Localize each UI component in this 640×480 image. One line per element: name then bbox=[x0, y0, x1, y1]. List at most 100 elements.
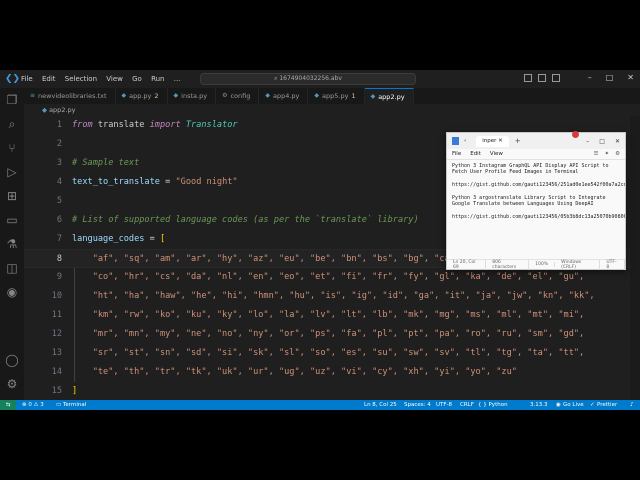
layout-controls bbox=[524, 74, 560, 82]
code-line[interactable]: 13 "sr", "st", "sn", "sd", "si", "sk", "… bbox=[24, 344, 640, 363]
toggle-panel-icon[interactable] bbox=[538, 74, 546, 82]
python-interpreter[interactable]: 3.13.3 bbox=[530, 400, 548, 410]
menu-run[interactable]: Run bbox=[151, 75, 164, 83]
maximize-button[interactable]: □ bbox=[599, 138, 605, 145]
cursor-position[interactable]: Ln 8, Col 25 bbox=[364, 400, 397, 410]
remote-indicator-icon[interactable]: ⇆ bbox=[0, 400, 16, 410]
maximize-button[interactable]: □ bbox=[606, 73, 614, 82]
line-ending: Windows (CRLF) bbox=[555, 259, 601, 270]
language-mode[interactable]: { } Python bbox=[478, 400, 508, 410]
notepad-window[interactable]: ‹ inper ✕ + – □ ✕ File Edit View ☰ ✦ ⚙ P… bbox=[446, 131, 626, 270]
extensions-icon[interactable]: ⊞ bbox=[4, 188, 20, 204]
code-line[interactable]: 12 "mr", "mn", "my", "ne", "no", "ny", "… bbox=[24, 325, 640, 344]
tab-app5[interactable]: ◆ app5.py 1 bbox=[308, 88, 365, 104]
notepad-tools: ☰ ✦ ⚙ bbox=[594, 149, 620, 159]
line-number: 6 bbox=[56, 215, 62, 225]
problems-indicator[interactable]: ⊗ 0 ⚠ 3 bbox=[22, 400, 44, 410]
toggle-secondary-sidebar-icon[interactable] bbox=[552, 74, 560, 82]
tab-scroll-left-icon[interactable]: ‹ bbox=[464, 138, 466, 144]
code-line[interactable]: 14 "te", "th", "tr", "tk", "uk", "ur", "… bbox=[24, 363, 640, 382]
line-number: 4 bbox=[56, 177, 62, 187]
code-line[interactable]: 11 "km", "rw", "ko", "ku", "ky", "lo", "… bbox=[24, 306, 640, 325]
tab-insta[interactable]: ◆ insta.py bbox=[168, 88, 217, 104]
gear-icon: ⚙ bbox=[222, 92, 228, 99]
live-share-icon[interactable]: ◉ bbox=[4, 284, 20, 300]
python-file-icon: ◆ bbox=[314, 92, 320, 99]
minimize-button[interactable]: – bbox=[588, 73, 592, 82]
tab-app4[interactable]: ◆ app4.py bbox=[259, 88, 309, 104]
new-tab-button[interactable]: + bbox=[515, 137, 521, 145]
closing-bracket: ] bbox=[72, 386, 78, 396]
terminal-button[interactable]: Terminal bbox=[63, 400, 86, 410]
tab-app[interactable]: ◆ app.py 2 bbox=[116, 88, 168, 104]
line-number: 12 bbox=[51, 329, 62, 339]
docker-icon[interactable]: ◫ bbox=[4, 260, 20, 276]
end-of-line[interactable]: CRLF bbox=[460, 400, 474, 410]
command-center-search[interactable]: ⌕ 1674904032256.abv bbox=[200, 73, 416, 85]
menu-edit[interactable]: Edit bbox=[42, 75, 56, 83]
gear-icon[interactable]: ⚙ bbox=[4, 376, 20, 392]
copilot-icon[interactable]: ✦ bbox=[604, 149, 609, 159]
minimap[interactable] bbox=[630, 116, 640, 400]
notepad-text-area[interactable]: Python 3 Instagram GraphQL API Display A… bbox=[447, 160, 625, 259]
menu-file[interactable]: File bbox=[21, 75, 33, 83]
close-icon[interactable]: ✕ bbox=[498, 138, 503, 144]
breadcrumb[interactable]: ◆ app2.py bbox=[24, 104, 640, 116]
formatting-icon[interactable]: ☰ bbox=[594, 149, 599, 159]
line-number: 1 bbox=[56, 120, 62, 130]
code-line[interactable]: 10 "ht", "ha", "haw", "he", "hi", "hmn",… bbox=[24, 287, 640, 306]
zoom-level: 100% bbox=[529, 262, 556, 267]
editor-tabs: ≡ newvideolibraries.txt ◆ app.py 2 ◆ insta.p… bbox=[24, 88, 640, 104]
vscode-logo-icon: ❮❯ bbox=[5, 74, 21, 84]
cursor-position: Ln 20, Col 69 bbox=[447, 259, 487, 270]
terminal-icon: ▭ bbox=[56, 402, 62, 408]
source-control-icon[interactable]: ⑂ bbox=[4, 140, 20, 156]
problem-count-badge: 2 bbox=[154, 92, 159, 100]
line-number: 9 bbox=[56, 272, 62, 282]
notepad-menu-edit[interactable]: Edit bbox=[470, 149, 481, 159]
explorer-icon[interactable]: ❐ bbox=[4, 92, 20, 108]
tab-app2[interactable]: ◆ app2.py bbox=[364, 88, 414, 104]
string-list: "co", "hr", "cs", "da", "nl", "en", "eo"… bbox=[72, 272, 585, 282]
remote-explorer-icon[interactable]: ▭ bbox=[4, 212, 20, 228]
code-line[interactable]: 15 ] bbox=[24, 382, 640, 400]
notepad-paragraph: Python 3 Instagram GraphQL API Display A… bbox=[452, 163, 609, 176]
window-controls: – □ ✕ bbox=[588, 73, 634, 82]
toggle-sidebar-icon[interactable] bbox=[524, 74, 532, 82]
account-icon[interactable]: ◯ bbox=[4, 352, 20, 368]
menu-view[interactable]: View bbox=[106, 75, 123, 83]
notifications-bell-icon[interactable]: ♪ bbox=[630, 400, 634, 410]
menu-go[interactable]: Go bbox=[132, 75, 142, 83]
string-list: "te", "th", "tr", "tk", "uk", "ur", "ug"… bbox=[72, 367, 517, 377]
gear-icon[interactable]: ⚙ bbox=[615, 149, 620, 159]
code-line[interactable]: 9 "co", "hr", "cs", "da", "nl", "en", "e… bbox=[24, 268, 640, 287]
notepad-window-controls: – □ ✕ bbox=[586, 138, 620, 145]
close-button[interactable]: ✕ bbox=[627, 73, 634, 82]
line-number: 8 bbox=[56, 254, 62, 264]
character-count: 806 characters bbox=[486, 259, 530, 270]
run-debug-icon[interactable]: ▷ bbox=[4, 164, 20, 180]
go-live-button[interactable]: Go Live bbox=[563, 400, 584, 410]
line-number: 10 bbox=[51, 291, 62, 301]
notepad-tab[interactable]: inper ✕ bbox=[476, 135, 509, 147]
comment: # Sample text bbox=[72, 158, 140, 168]
minimize-button[interactable]: – bbox=[586, 138, 589, 145]
search-icon[interactable]: ⌕ bbox=[4, 116, 20, 132]
tab-newvideolibraries[interactable]: ≡ newvideolibraries.txt bbox=[24, 88, 116, 104]
python-file-icon: ◆ bbox=[265, 92, 270, 99]
notepad-link: https://gist.github.com/gauti123456/05b3… bbox=[452, 214, 625, 221]
close-button[interactable]: ✕ bbox=[615, 138, 620, 145]
line-number: 3 bbox=[56, 158, 62, 168]
menu-more[interactable]: ... bbox=[174, 75, 181, 83]
activity-bar: ❐ ⌕ ⑂ ▷ ⊞ ▭ ⚗ ◫ ◉ ◯ ⚙ bbox=[0, 88, 24, 400]
notepad-menu-view[interactable]: View bbox=[490, 149, 503, 159]
file-encoding[interactable]: UTF-8 bbox=[436, 400, 452, 410]
line-number: 7 bbox=[56, 234, 62, 244]
testing-icon[interactable]: ⚗ bbox=[4, 236, 20, 252]
line-number: 14 bbox=[51, 367, 62, 377]
notepad-menu-file[interactable]: File bbox=[452, 149, 461, 159]
tab-config[interactable]: ⚙ config bbox=[216, 88, 260, 104]
indentation[interactable]: Spaces: 4 bbox=[404, 400, 431, 410]
menu-selection[interactable]: Selection bbox=[65, 75, 97, 83]
prettier-button[interactable]: Prettier bbox=[597, 400, 617, 410]
